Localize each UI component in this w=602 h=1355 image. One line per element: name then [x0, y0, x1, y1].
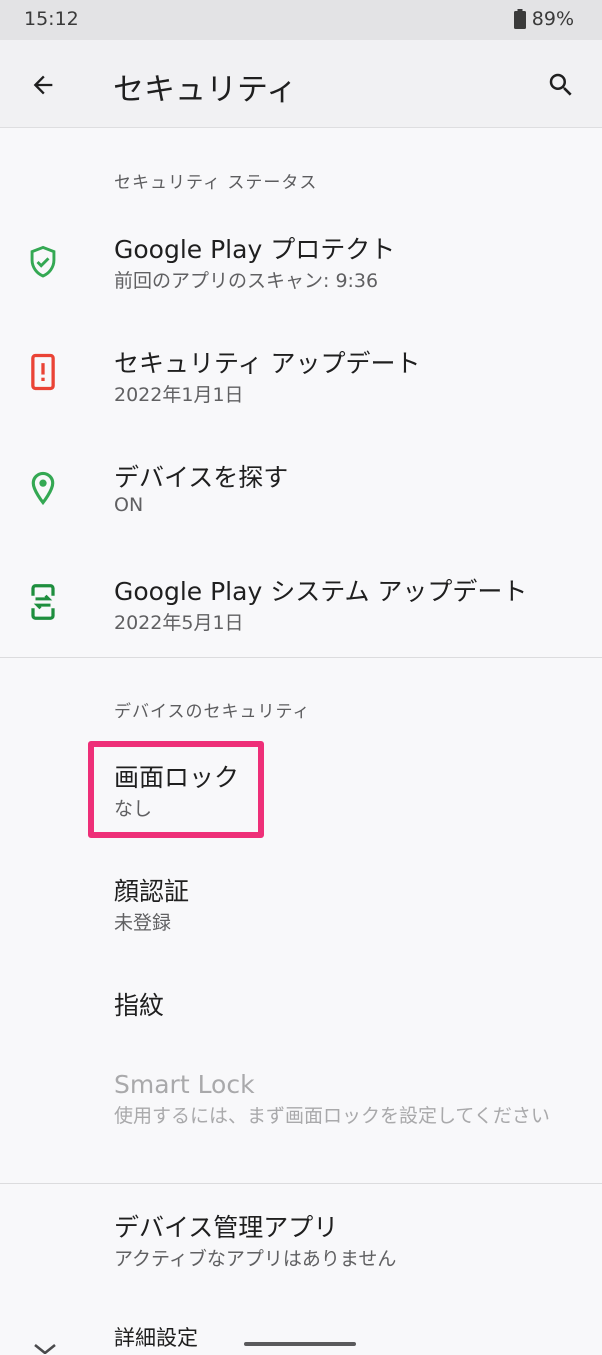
row-smart-lock: Smart Lock 使用するには、まず画面ロックを設定してください [0, 1062, 602, 1172]
row-fingerprint[interactable]: 指紋 [0, 978, 602, 1048]
battery-percent: 89% [531, 8, 574, 30]
page-title: セキュリティ [113, 72, 298, 108]
row-subtitle: 使用するには、まず画面ロックを設定してください [114, 1105, 550, 1127]
row-title: 詳細設定 [114, 1326, 198, 1350]
back-button[interactable] [20, 62, 66, 108]
arrow-back-icon [33, 75, 53, 95]
row-title: デバイスを探す [114, 463, 289, 492]
location-pin-icon [26, 468, 60, 508]
status-time: 15:12 [24, 8, 79, 30]
system-update-icon [26, 582, 60, 622]
row-find-device[interactable]: デバイスを探す ON [0, 450, 602, 540]
row-subtitle: アクティブなアプリはありません [114, 1248, 397, 1270]
row-security-update[interactable]: セキュリティ アップデート 2022年1月1日 [0, 336, 602, 426]
row-play-protect[interactable]: Google Play プロテクト 前回のアプリのスキャン: 9:36 [0, 222, 602, 312]
row-subtitle: 2022年5月1日 [114, 612, 244, 634]
row-title: Google Play システム アップデート [114, 577, 528, 606]
row-title: Google Play プロテクト [114, 235, 396, 264]
row-subtitle: ON [114, 494, 144, 516]
status-right: 89% [513, 8, 574, 30]
row-subtitle: 未登録 [114, 912, 172, 934]
battery-icon [513, 9, 526, 29]
section-divider [0, 1183, 602, 1184]
row-title: 指紋 [114, 991, 165, 1020]
row-title: デバイス管理アプリ [114, 1213, 339, 1242]
section-header-device-security: デバイスのセキュリティ [114, 702, 311, 722]
search-button[interactable] [538, 62, 584, 108]
search-icon [549, 73, 572, 96]
gesture-nav-handle[interactable] [244, 1342, 356, 1346]
app-bar: セキュリティ [0, 40, 602, 128]
highlight-box [88, 741, 264, 838]
row-advanced-settings[interactable]: 詳細設定 [0, 1314, 602, 1355]
row-face-unlock[interactable]: 顔認証 未登録 [0, 864, 602, 954]
phone-alert-icon [26, 352, 60, 392]
status-bar: 15:12 89% [0, 0, 602, 40]
chevron-down-icon[interactable] [30, 1330, 60, 1354]
row-system-update[interactable]: Google Play システム アップデート 2022年5月1日 [0, 564, 602, 654]
shield-check-icon [26, 242, 60, 282]
row-subtitle: 2022年1月1日 [114, 384, 244, 406]
row-subtitle: 前回のアプリのスキャン: 9:36 [114, 270, 379, 292]
row-title: Smart Lock [114, 1070, 255, 1099]
row-title: 顔認証 [114, 877, 190, 906]
row-device-admin-apps[interactable]: デバイス管理アプリ アクティブなアプリはありません [0, 1200, 602, 1290]
row-title: セキュリティ アップデート [114, 349, 421, 378]
section-divider [0, 657, 602, 658]
section-header-security-status: セキュリティ ステータス [114, 173, 318, 193]
